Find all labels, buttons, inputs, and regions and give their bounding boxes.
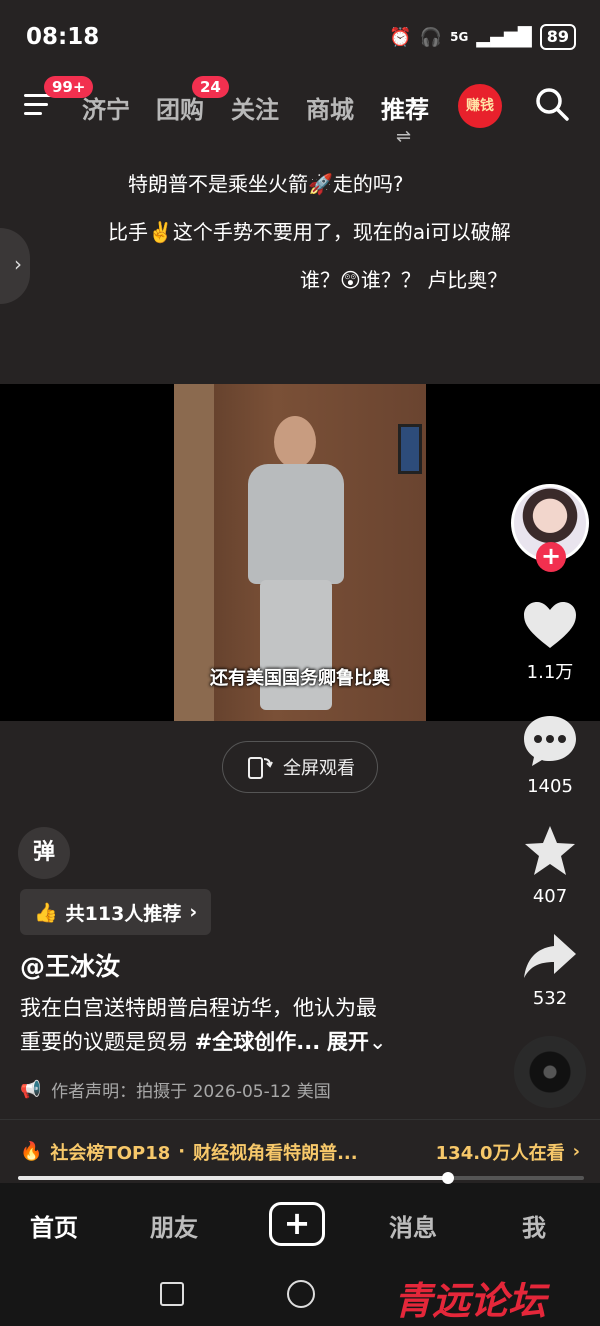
headphones-icon: 🎧 — [419, 26, 443, 48]
tab-jining[interactable]: 济宁 — [82, 90, 130, 125]
watching-count: 134.0万人在看 — [435, 1142, 565, 1164]
network-label: 5G — [450, 30, 469, 44]
recent-apps-button[interactable] — [160, 1282, 184, 1306]
comment-button[interactable]: 1405 — [500, 714, 600, 797]
status-bar: 08:18 ⏰ 🎧 5G ▂▄▆█ 89 — [0, 0, 600, 76]
description-line: 重要的议题是贸易 #全球创作... 展开⌄ — [20, 1025, 440, 1059]
fire-icon: 🔥 — [20, 1141, 43, 1162]
heart-icon — [524, 602, 576, 648]
system-nav-bar: 青远论坛 — [0, 1266, 600, 1326]
danmu-comment: 特朗普不是乘坐火箭🚀走的吗? — [128, 172, 404, 196]
danmu-comment: 比手✌️这个手势不要用了，现在的ai可以破解 — [108, 220, 511, 244]
side-panel-toggle[interactable]: › — [0, 228, 30, 304]
battery-indicator: 89 — [539, 24, 576, 50]
like-button[interactable]: 1.1万 — [500, 600, 600, 684]
chevron-right-icon: › — [189, 901, 198, 923]
watermark-logo: 青远论坛 — [394, 1278, 547, 1323]
top-area: 99+ 济宁 团购 24 关注 商城 推荐 ⇌ 赚钱 › 特朗普不是乘坐火箭🚀走… — [0, 76, 600, 384]
progress-fill — [18, 1176, 449, 1180]
danmu-comment: 谁？😲谁？？ 卢比奥？ — [300, 268, 508, 292]
description-line: 我在白宫送特朗普启程访华，他认为最 — [20, 996, 377, 1020]
share-count: 532 — [532, 988, 568, 1009]
nav-home[interactable]: 首页 — [30, 1208, 78, 1243]
rotate-screen-icon — [248, 757, 273, 779]
megaphone-icon: 📢 — [20, 1079, 42, 1100]
video-frame: 还有美国国务卿鲁比奥 — [174, 384, 426, 721]
follow-button[interactable]: + — [536, 542, 566, 572]
author-name[interactable]: @王冰汝 — [20, 947, 120, 983]
tab-recommend[interactable]: 推荐 — [381, 90, 429, 125]
nav-me[interactable]: 我 — [522, 1208, 546, 1243]
chevron-right-icon: › — [14, 252, 22, 276]
hot-rank: 社会榜TOP18 — [50, 1142, 171, 1164]
share-button[interactable]: 532 — [500, 932, 600, 1009]
comment-count: 1405 — [527, 776, 573, 797]
tab-switch-icon: ⇌ — [396, 126, 412, 147]
signal-icon: ▂▄▆█ — [476, 26, 532, 48]
separator-dot: · — [178, 1141, 186, 1162]
author-declaration: 📢 作者声明：拍摄于 2026-05-12 美国 — [20, 1077, 331, 1103]
hot-list-bar[interactable]: 🔥 社会榜TOP18 · 财经视角看特朗普... 134.0万人在看 › — [0, 1119, 600, 1183]
bottom-nav: 首页 朋友 + 消息 我 — [0, 1184, 600, 1266]
share-arrow-icon — [524, 934, 576, 978]
person-legs — [260, 580, 332, 710]
search-icon[interactable] — [534, 86, 570, 122]
fullscreen-label: 全屏观看 — [283, 758, 355, 779]
comment-icon — [524, 716, 576, 766]
recommend-label: 共113人推荐 — [65, 902, 182, 925]
tab-mall[interactable]: 商城 — [306, 90, 354, 125]
star-icon — [525, 826, 575, 875]
favorite-count: 407 — [532, 886, 568, 907]
chevron-down-icon: ⌄ — [368, 1030, 387, 1054]
recommend-pill[interactable]: 👍 共113人推荐 › — [20, 889, 212, 935]
video-description: 我在白宫送特朗普启程访华，他认为最 重要的议题是贸易 #全球创作... 展开⌄ — [20, 991, 440, 1059]
like-count: 1.1万 — [526, 662, 574, 683]
danmu-toggle-button[interactable]: 弹 — [18, 827, 70, 879]
hot-title: 财经视角看特朗普... — [193, 1142, 358, 1164]
expand-button[interactable]: 展开 — [327, 1030, 369, 1054]
chevron-right-icon: › — [572, 1141, 580, 1162]
person-body — [248, 464, 344, 584]
nav-messages[interactable]: 消息 — [389, 1208, 437, 1243]
thumbs-up-icon: 👍 — [34, 901, 58, 924]
person-head — [274, 416, 316, 468]
fullscreen-button[interactable]: 全屏观看 — [222, 741, 378, 793]
favorite-button[interactable]: 407 — [500, 824, 600, 907]
earn-money-button[interactable]: 赚钱 — [458, 84, 502, 128]
status-icons: ⏰ 🎧 5G ▂▄▆█ 89 — [389, 24, 576, 50]
create-button[interactable]: + — [269, 1202, 325, 1246]
home-button[interactable] — [287, 1280, 315, 1308]
description-text: 重要的议题是贸易 — [20, 1030, 195, 1054]
music-disc-icon[interactable] — [514, 1036, 586, 1108]
video-progress-bar[interactable] — [18, 1172, 584, 1184]
hashtag-link[interactable]: #全球创作... — [195, 1030, 321, 1054]
top-nav: 99+ 济宁 团购 24 关注 商城 推荐 ⇌ 赚钱 — [0, 76, 600, 147]
alarm-icon: ⏰ — [389, 26, 412, 48]
declaration-text: 作者声明：拍摄于 2026-05-12 美国 — [51, 1082, 331, 1102]
clock: 08:18 — [26, 24, 100, 50]
nav-friends[interactable]: 朋友 — [150, 1208, 198, 1243]
video-tv — [398, 424, 422, 474]
tab-following[interactable]: 关注 — [231, 90, 279, 125]
video-subtitle: 还有美国国务卿鲁比奥 — [210, 668, 390, 689]
group-buy-badge: 24 — [192, 76, 229, 98]
